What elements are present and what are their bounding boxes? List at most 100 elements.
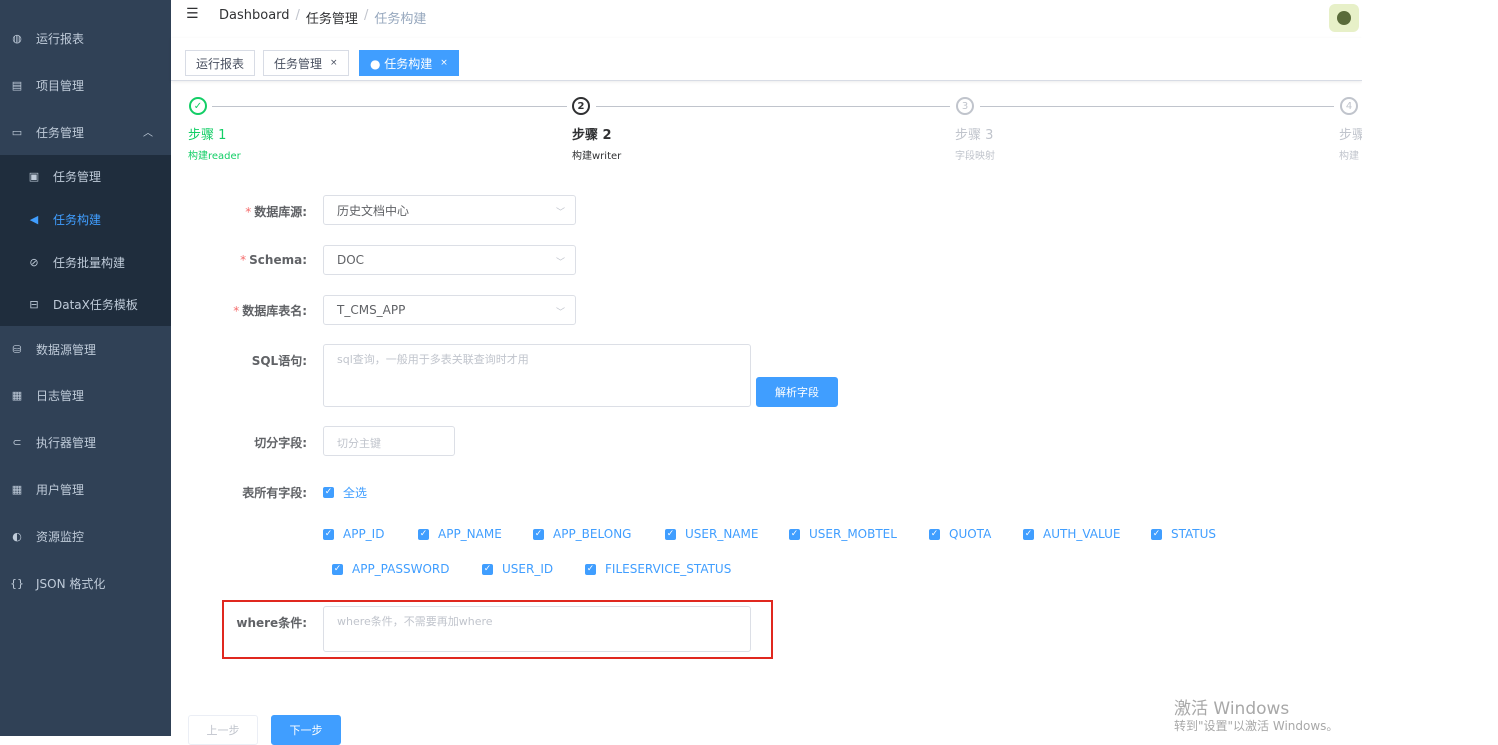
breadcrumb-item-current: 任务构建 [374, 12, 427, 27]
step-number-icon: 4 [1340, 97, 1358, 115]
field-checkbox[interactable]: ✓ USER_ID [482, 562, 553, 576]
step-description: 构建 [1339, 151, 1359, 162]
field-checkbox[interactable]: ✓ APP_BELONG [533, 527, 631, 541]
sidebar-item-label: 任务管理 [53, 170, 102, 184]
document-icon: ▦ [11, 388, 23, 402]
step-description: 构建reader [188, 151, 241, 162]
check-icon: ✓ [1023, 528, 1034, 540]
sidebar-subitem-datax-template[interactable]: ⊟ DataX任务模板 [0, 283, 171, 326]
avatar-image [1337, 11, 1351, 25]
sidebar-item-label: 资源监控 [36, 529, 85, 544]
step-number-icon: 2 [572, 97, 590, 115]
sidebar-subitem-task-build[interactable]: ◀ 任务构建 [0, 198, 171, 241]
step-title: 步骤 2 [572, 128, 612, 143]
field-checkbox[interactable]: ✓ QUOTA [929, 527, 991, 541]
hamburger-icon[interactable]: ☰ [186, 6, 199, 22]
breadcrumb-item-dashboard[interactable]: Dashboard [219, 8, 290, 27]
step-number-icon: 3 [956, 97, 974, 115]
tab-dashboard[interactable]: 运行报表 [185, 50, 256, 76]
chevron-down-icon: ﹀ [555, 208, 565, 218]
check-icon: ✓ [323, 528, 334, 540]
prev-step-button[interactable]: 上一步 [188, 715, 258, 745]
select-all-checkbox[interactable]: ✓ 全选 [323, 484, 367, 501]
step-connector [980, 106, 1334, 107]
chevron-down-icon: ﹀ [555, 258, 565, 268]
executor-icon: ⊂ [12, 435, 22, 449]
field-checkbox[interactable]: ✓ USER_MOBTEL [789, 527, 897, 541]
field-checkbox[interactable]: ✓ FILESERVICE_STATUS [585, 562, 731, 576]
step-description: 字段映射 [955, 151, 995, 162]
sidebar: ◍ 运行报表 ▤ 项目管理 ▭ 任务管理 ︿ ▣ 任务管理 ◀ 任务构建 ⊘ 任务批量构建 ⊟… [0, 0, 171, 736]
empty-margin [1362, 0, 1498, 736]
sidebar-item-label: 任务批量构建 [53, 255, 126, 270]
table-label: * 数据库表名: [233, 304, 307, 318]
datasource-value: 历史文档中心 [337, 203, 410, 218]
sidebar-item-projects[interactable]: ▤ 项目管理 [0, 62, 171, 108]
sidebar-subitem-batch-build[interactable]: ⊘ 任务批量构建 [0, 241, 171, 283]
split-input[interactable]: 切分主键 [323, 426, 455, 456]
sidebar-item-label: JSON 格式化 [36, 576, 106, 591]
braces-icon: {} [10, 576, 24, 590]
sidebar-item-task-management[interactable]: ▭ 任务管理 ︿ [0, 109, 171, 155]
chevron-up-icon: ︿ [143, 128, 153, 139]
sidebar-item-label: 项目管理 [36, 78, 85, 93]
sidebar-subitem-task-list[interactable]: ▣ 任务管理 [0, 155, 171, 198]
check-icon: ✓ [665, 528, 676, 540]
sidebar-item-users[interactable]: ▦ 用户管理 [0, 466, 171, 512]
datasource-icon: ⛁ [12, 342, 22, 356]
sidebar-item-executors[interactable]: ⊂ 执行器管理 [0, 419, 171, 465]
close-icon[interactable]: × [440, 58, 448, 68]
datasource-label: * 数据库源: [245, 205, 307, 219]
check-icon: ✓ [789, 528, 800, 540]
datasource-select[interactable]: 历史文档中心 ﹀ [323, 195, 576, 225]
sidebar-item-resource-monitor[interactable]: ◐ 资源监控 [0, 513, 171, 559]
table-icon: ▦ [11, 482, 23, 496]
check-icon: ✓ [332, 563, 343, 575]
sql-label: SQL语句: [251, 354, 307, 368]
sidebar-item-json-format[interactable]: {} JSON 格式化 [0, 560, 171, 606]
schema-select[interactable]: DOC ﹀ [323, 245, 576, 275]
step-title: 步骤 1 [188, 128, 227, 143]
windows-activation-title: 激活 Windows [1174, 699, 1290, 719]
step-title: 步骤 3 [955, 128, 994, 143]
field-checkbox[interactable]: ✓ APP_ID [323, 527, 384, 541]
clipboard-icon: ▣ [28, 170, 40, 183]
tab-task-build[interactable]: ● 任务构建 × [359, 50, 459, 76]
windows-activation-subtitle: 转到"设置"以激活 Windows。 [1174, 719, 1339, 733]
field-checkbox[interactable]: ✓ STATUS [1151, 527, 1216, 541]
check-icon: ✓ [482, 563, 493, 575]
field-checkbox[interactable]: ✓ USER_NAME [665, 527, 758, 541]
sidebar-item-logs[interactable]: ▦ 日志管理 [0, 372, 171, 418]
dashboard-icon: ◍ [12, 31, 22, 45]
schema-label: * Schema: [240, 253, 307, 267]
field-checkbox[interactable]: ✓ APP_NAME [418, 527, 502, 541]
tab-label: 任务管理 [274, 56, 323, 71]
highlight-box [222, 600, 773, 659]
check-icon: ✓ [929, 528, 940, 540]
sidebar-item-label: 日志管理 [36, 388, 85, 403]
avatar[interactable] [1329, 4, 1359, 32]
table-value: T_CMS_APP [337, 303, 406, 317]
sidebar-item-label: 用户管理 [36, 482, 85, 497]
tags-view: 运行报表 任务管理 × ● 任务构建 × [171, 38, 1362, 81]
field-checkbox[interactable]: ✓ AUTH_VALUE [1023, 527, 1120, 541]
breadcrumb-item-task-management[interactable]: 任务管理 [306, 8, 358, 27]
table-select[interactable]: T_CMS_APP ﹀ [323, 295, 576, 325]
check-icon: ✓ [323, 487, 334, 498]
navbar: ☰ Dashboard / 任务管理 / 任务构建 [171, 0, 1362, 39]
sidebar-item-label: 任务构建 [53, 213, 102, 227]
next-step-button[interactable]: 下一步 [271, 715, 341, 745]
sidebar-item-dashboard[interactable]: ◍ 运行报表 [0, 15, 171, 61]
sidebar-item-datasource[interactable]: ⛁ 数据源管理 [0, 326, 171, 372]
tab-task-management[interactable]: 任务管理 × [263, 50, 349, 76]
sql-textarea[interactable]: sql查询，一般用于多表关联查询时才用 [323, 344, 751, 407]
breadcrumb-separator: / [363, 8, 369, 23]
compass-icon: ⊘ [29, 255, 39, 269]
check-icon: ✓ [533, 528, 544, 540]
field-checkbox[interactable]: ✓ APP_PASSWORD [332, 562, 449, 576]
breadcrumb: Dashboard / 任务管理 / 任务构建 [219, 8, 426, 27]
check-icon: ✓ [585, 563, 596, 575]
monitor-eye-icon: ◐ [12, 529, 22, 543]
parse-fields-button[interactable]: 解析字段 [756, 377, 838, 407]
close-icon[interactable]: × [330, 58, 338, 68]
